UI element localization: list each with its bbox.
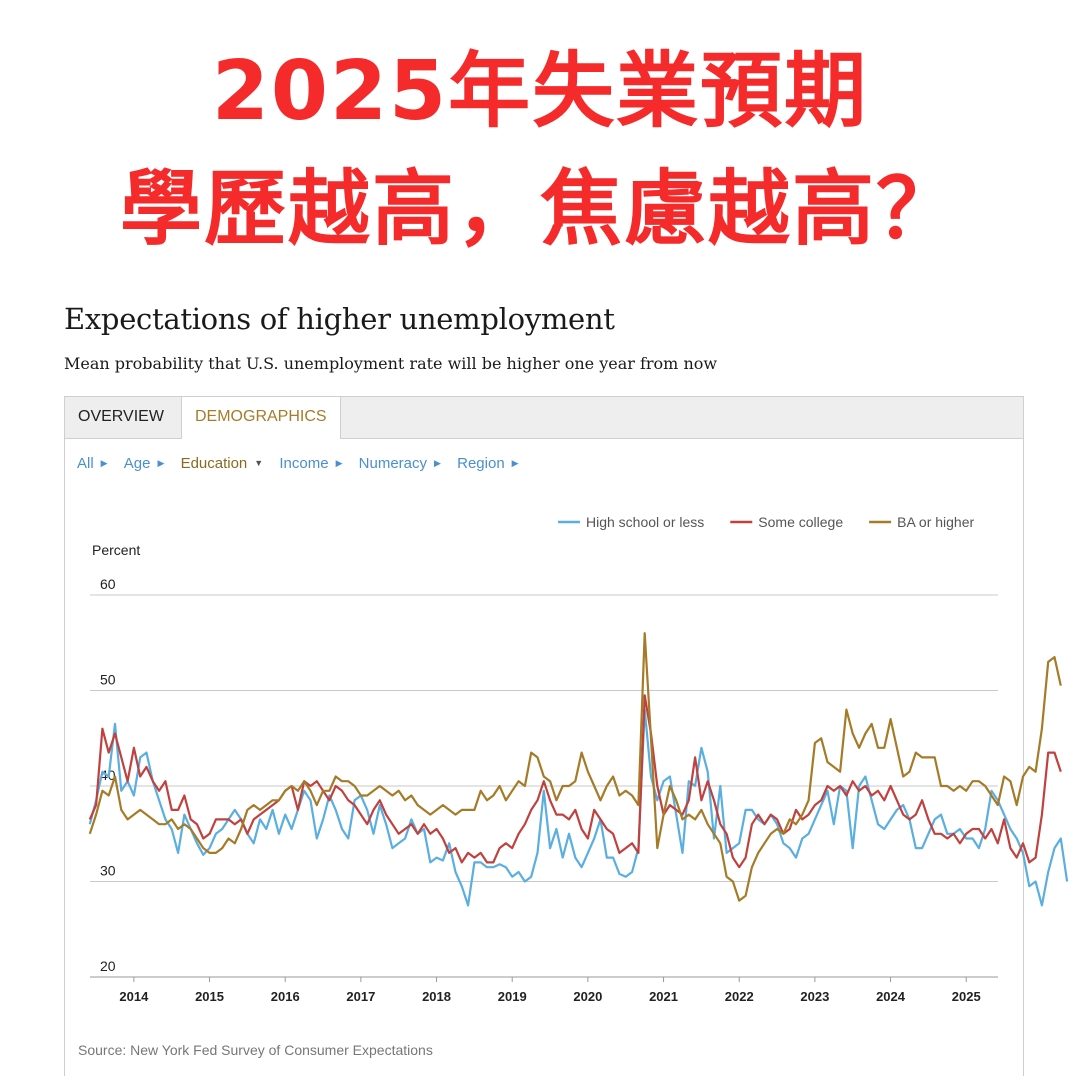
legend-label: BA or higher — [897, 514, 974, 530]
x-tick-label: 2015 — [195, 989, 224, 1004]
series-line-high-school-or-less — [88, 708, 1069, 907]
x-tick-label: 2025 — [952, 989, 981, 1004]
x-tick-label: 2018 — [422, 989, 451, 1004]
series-line-ba-or-higher — [88, 632, 1062, 902]
x-tick-label: 2024 — [876, 989, 906, 1004]
source-note: Source: New York Fed Survey of Consumer … — [78, 1042, 433, 1058]
y-tick-label: 30 — [100, 863, 116, 879]
legend-label: Some college — [758, 514, 843, 530]
x-tick-label: 2017 — [346, 989, 375, 1004]
x-tick-label: 2014 — [119, 989, 149, 1004]
y-axis-label: Percent — [92, 542, 140, 558]
y-tick-label: 20 — [100, 958, 116, 974]
line-chart: 20304050602014 2015 2016 2017 2018 2019 2020 20… — [88, 514, 1069, 1004]
x-tick-label: 2019 — [498, 989, 527, 1004]
x-tick-label: 2023 — [800, 989, 829, 1004]
y-tick-label: 60 — [100, 576, 116, 592]
x-tick-label: 2021 — [649, 989, 678, 1004]
y-tick-label: 50 — [100, 672, 116, 688]
x-tick-label: 2020 — [573, 989, 602, 1004]
legend-label: High school or less — [586, 514, 704, 530]
x-tick-label: 2016 — [271, 989, 300, 1004]
x-tick-label: 2022 — [725, 989, 754, 1004]
